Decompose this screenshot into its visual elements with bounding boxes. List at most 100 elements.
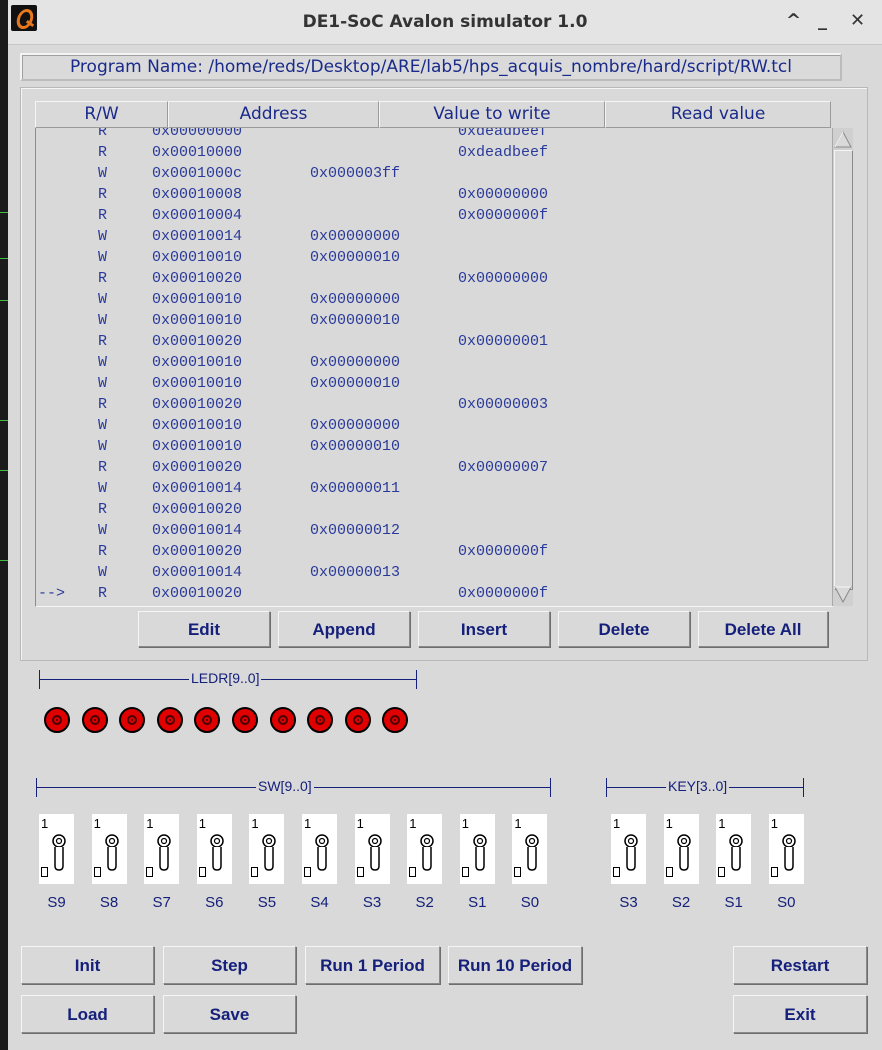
- close-button[interactable]: ✕: [850, 10, 865, 31]
- minimize-button[interactable]: _: [818, 10, 827, 31]
- sw-switch-s7[interactable]: 1: [144, 814, 180, 884]
- sw-switch-s2[interactable]: 1: [407, 814, 443, 884]
- sw-switch-s8[interactable]: 1: [91, 814, 127, 884]
- table-row[interactable]: R 0x00010020 0x00000001: [36, 331, 833, 352]
- row-address: 0x00010020: [152, 270, 243, 287]
- table-row[interactable]: W 0x00010014 0x00000013: [36, 562, 833, 583]
- exit-button[interactable]: Exit: [733, 995, 867, 1033]
- delete-all-button[interactable]: Delete All: [698, 611, 828, 647]
- sw-switch-s5[interactable]: 1: [249, 814, 285, 884]
- led-indicator-icon: [119, 707, 146, 733]
- step-button[interactable]: Step: [163, 946, 296, 984]
- table-row[interactable]: R 0x00010020 0x00000003: [36, 394, 833, 415]
- table-row[interactable]: W 0x00010014 0x00000011: [36, 478, 833, 499]
- switch-high-label: 1: [251, 816, 259, 831]
- column-header-value-to-write[interactable]: Value to write: [379, 101, 605, 128]
- key-switch-s2[interactable]: 1: [663, 814, 699, 884]
- switch-high-label: 1: [613, 816, 621, 831]
- table-row[interactable]: W 0x00010010 0x00000010: [36, 310, 833, 331]
- sw-switch-s0[interactable]: 1: [512, 814, 548, 884]
- table-row[interactable]: W 0x00010010 0x00000000: [36, 289, 833, 310]
- switch-low-marker: [461, 867, 469, 877]
- save-button[interactable]: Save: [163, 995, 296, 1033]
- append-button[interactable]: Append: [278, 611, 410, 647]
- table-row[interactable]: W 0x00010010 0x00000000: [36, 352, 833, 373]
- delete-button[interactable]: Delete: [558, 611, 690, 647]
- scroll-thumb[interactable]: [834, 150, 853, 590]
- row-address: 0x00010010: [152, 375, 243, 392]
- maximize-button[interactable]: ^: [786, 10, 801, 31]
- led-indicator-icon: [344, 707, 371, 733]
- column-header-rw[interactable]: R/W: [35, 101, 168, 128]
- table-row[interactable]: W 0x00010014 0x00000012: [36, 520, 833, 541]
- row-address: 0x00000000: [152, 128, 243, 140]
- key-switch-s3[interactable]: 1: [611, 814, 646, 884]
- edit-button[interactable]: Edit: [138, 611, 270, 647]
- row-rw: R: [98, 585, 108, 602]
- title-bar[interactable]: DE1-SoC Avalon simulator 1.0 ^ _ ✕: [8, 0, 882, 45]
- table-row[interactable]: W 0x00010014 0x00000000: [36, 226, 833, 247]
- sw-switch-s3[interactable]: 1: [354, 814, 390, 884]
- table-row[interactable]: R 0x00010020 0x00000000: [36, 268, 833, 289]
- restart-button[interactable]: Restart: [733, 946, 867, 984]
- switch-low-marker: [409, 867, 417, 877]
- toggle-lever-icon: [315, 834, 329, 871]
- run-1-period-button[interactable]: Run 1 Period: [305, 946, 440, 984]
- column-header-read-value[interactable]: Read value: [605, 101, 831, 128]
- table-row[interactable]: R 0x00010008 0x00000000: [36, 184, 833, 205]
- load-button[interactable]: Load: [21, 995, 154, 1033]
- row-rw: W: [98, 312, 108, 329]
- table-row[interactable]: R 0x00010020 0x0000000f: [36, 541, 833, 562]
- scroll-up-arrow-icon[interactable]: [834, 129, 852, 149]
- row-rw: R: [98, 459, 108, 476]
- init-button[interactable]: Init: [21, 946, 154, 984]
- sw-switch-s1[interactable]: 1: [459, 814, 495, 884]
- table-row[interactable]: W 0x00010010 0x00000010: [36, 373, 833, 394]
- toggle-lever-icon: [676, 834, 691, 871]
- row-value-to-write: 0x00000010: [310, 375, 401, 392]
- toggle-lever-icon: [210, 834, 224, 871]
- table-row[interactable]: W 0x00010010 0x00000010: [36, 247, 833, 268]
- table-row[interactable]: R 0x00010004 0x0000000f: [36, 205, 833, 226]
- key-switch-s1[interactable]: 1: [716, 814, 752, 884]
- switch-high-label: 1: [41, 816, 49, 831]
- led-indicator-icon: [307, 707, 334, 733]
- switch-high-label: 1: [146, 816, 154, 831]
- toggle-lever-icon: [624, 834, 638, 871]
- table-row[interactable]: W 0x00010010 0x00000000: [36, 415, 833, 436]
- sw-switch-s6[interactable]: 1: [196, 814, 232, 884]
- switch-low-marker: [356, 867, 364, 877]
- sw-switch-s9[interactable]: 1: [39, 814, 74, 884]
- row-address: 0x00010010: [152, 438, 243, 455]
- table-row[interactable]: R 0x00010020: [36, 499, 833, 520]
- row-rw: R: [98, 270, 108, 287]
- row-rw: R: [98, 396, 108, 413]
- led-indicator-icon: [269, 707, 296, 733]
- table-row[interactable]: W 0x00010010 0x00000010: [36, 436, 833, 457]
- background-desktop-strip: [0, 0, 8, 1050]
- transactions-list[interactable]: R 0x00000000 0xdeadbeef R 0x00010000 0xdeadbe…: [35, 128, 833, 607]
- row-value-to-write: 0x00000010: [310, 312, 401, 329]
- insert-button[interactable]: Insert: [418, 611, 550, 647]
- key-switch-s0[interactable]: 1: [768, 814, 804, 884]
- row-address: 0x00010000: [152, 144, 243, 161]
- row-address: 0x00010020: [152, 333, 243, 350]
- switch-low-marker: [665, 867, 673, 877]
- led-indicator-icon: [156, 707, 183, 733]
- key-switch-label: S0: [777, 894, 796, 911]
- table-row[interactable]: R 0x00010000 0xdeadbeef: [36, 142, 833, 163]
- run-10-period-button[interactable]: Run 10 Period: [448, 946, 582, 984]
- column-header-address[interactable]: Address: [168, 101, 379, 128]
- vertical-scrollbar[interactable]: [832, 128, 853, 606]
- table-row[interactable]: --> R 0x00010020 0x0000000f: [36, 583, 833, 604]
- sw-switch-label: S8: [99, 894, 119, 911]
- row-rw: W: [98, 165, 108, 182]
- toggle-lever-icon: [157, 834, 171, 871]
- sw-switch-s4[interactable]: 1: [302, 814, 337, 884]
- row-address: 0x00010008: [152, 186, 243, 203]
- table-row[interactable]: W 0x0001000c 0x000003ff: [36, 163, 833, 184]
- scroll-down-arrow-icon[interactable]: [834, 585, 852, 605]
- simulator-window: DE1-SoC Avalon simulator 1.0 ^ _ ✕ Progr…: [8, 0, 882, 1050]
- table-row[interactable]: R 0x00010020 0x00000007: [36, 457, 833, 478]
- table-row[interactable]: R 0x00000000 0xdeadbeef: [36, 128, 833, 142]
